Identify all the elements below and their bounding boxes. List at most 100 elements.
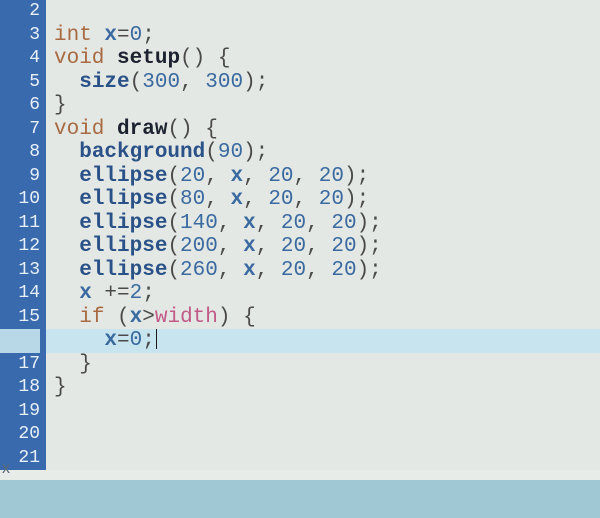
token: , <box>306 259 331 282</box>
line-number-gutter: 23456789101112131415161718192021 <box>0 0 46 470</box>
line-number: 7 <box>0 118 40 142</box>
token: ; <box>142 24 155 47</box>
code-editor[interactable]: 23456789101112131415161718192021 int x=0… <box>0 0 600 470</box>
code-line[interactable]: } <box>46 94 600 118</box>
code-line[interactable]: if (x>width) { <box>46 306 600 330</box>
code-line[interactable]: void setup() { <box>46 47 600 71</box>
token: 20 <box>331 212 356 235</box>
token: 20 <box>331 235 356 258</box>
code-line[interactable]: } <box>46 353 600 377</box>
token: void <box>54 118 104 141</box>
token: () { <box>167 118 217 141</box>
token: ); <box>344 188 369 211</box>
token: ( <box>167 165 180 188</box>
line-number: 3 <box>0 24 40 48</box>
token <box>104 47 117 70</box>
code-line[interactable]: ellipse(140, x, 20, 20); <box>46 212 600 236</box>
code-line[interactable]: ellipse(200, x, 20, 20); <box>46 235 600 259</box>
token: ( <box>104 306 129 329</box>
token: x <box>230 165 243 188</box>
line-number: 10 <box>0 188 40 212</box>
token: 300 <box>205 71 243 94</box>
token: ( <box>167 259 180 282</box>
token: > <box>142 306 155 329</box>
line-number: 2 <box>0 0 40 24</box>
token: x <box>104 24 117 47</box>
token: , <box>256 235 281 258</box>
code-line[interactable]: x=0; <box>46 329 600 353</box>
token: () { <box>180 47 230 70</box>
token: void <box>54 47 104 70</box>
token: ( <box>167 212 180 235</box>
token: ( <box>130 71 143 94</box>
token: ; <box>142 282 155 305</box>
token: ellipse <box>79 235 167 258</box>
token: ellipse <box>79 188 167 211</box>
token: 20 <box>268 165 293 188</box>
code-line[interactable] <box>46 423 600 447</box>
token: 20 <box>281 259 306 282</box>
code-line[interactable]: ellipse(20, x, 20, 20); <box>46 165 600 189</box>
token: setup <box>117 47 180 70</box>
token: ellipse <box>79 259 167 282</box>
code-line[interactable]: void draw() { <box>46 118 600 142</box>
token: ; <box>142 329 155 352</box>
token: , <box>243 188 268 211</box>
token: } <box>79 353 92 376</box>
token: 140 <box>180 212 218 235</box>
token: ); <box>243 71 268 94</box>
token: 20 <box>319 188 344 211</box>
code-line[interactable] <box>46 400 600 424</box>
token: ); <box>243 141 268 164</box>
token: x <box>130 306 143 329</box>
token: ); <box>357 235 382 258</box>
token: , <box>218 212 243 235</box>
token: = <box>117 24 130 47</box>
line-number: 11 <box>0 212 40 236</box>
token: , <box>294 188 319 211</box>
line-number: 6 <box>0 94 40 118</box>
code-line[interactable]: int x=0; <box>46 24 600 48</box>
token: if <box>79 306 104 329</box>
line-number: 5 <box>0 71 40 95</box>
token: x <box>230 188 243 211</box>
token: 0 <box>130 24 143 47</box>
token: ( <box>167 235 180 258</box>
code-line[interactable] <box>46 447 600 471</box>
token: 90 <box>218 141 243 164</box>
line-number: 20 <box>0 423 40 447</box>
code-line[interactable]: background(90); <box>46 141 600 165</box>
code-line[interactable]: x +=2; <box>46 282 600 306</box>
code-area[interactable]: int x=0;void setup() { size(300, 300);}v… <box>46 0 600 470</box>
token: 20 <box>331 259 356 282</box>
token: 300 <box>142 71 180 94</box>
token: ); <box>344 165 369 188</box>
line-number: 12 <box>0 235 40 259</box>
token: x <box>79 282 92 305</box>
token: 20 <box>281 212 306 235</box>
token: } <box>54 376 67 399</box>
token: , <box>205 165 230 188</box>
token: ( <box>167 188 180 211</box>
token: , <box>218 259 243 282</box>
token: size <box>79 71 129 94</box>
token <box>104 118 117 141</box>
token: 20 <box>180 165 205 188</box>
code-line[interactable]: size(300, 300); <box>46 71 600 95</box>
token: ); <box>357 212 382 235</box>
token: 20 <box>281 235 306 258</box>
code-line[interactable]: } <box>46 376 600 400</box>
code-line[interactable] <box>46 0 600 24</box>
token: ellipse <box>79 165 167 188</box>
token: , <box>243 165 268 188</box>
token <box>92 24 105 47</box>
line-number: 9 <box>0 165 40 189</box>
status-bar <box>0 480 600 518</box>
token: , <box>256 212 281 235</box>
token: , <box>294 165 319 188</box>
code-line[interactable]: ellipse(80, x, 20, 20); <box>46 188 600 212</box>
code-line[interactable]: ellipse(260, x, 20, 20); <box>46 259 600 283</box>
token: 200 <box>180 235 218 258</box>
status-corner-label: x <box>2 460 10 478</box>
line-number: 14 <box>0 282 40 306</box>
